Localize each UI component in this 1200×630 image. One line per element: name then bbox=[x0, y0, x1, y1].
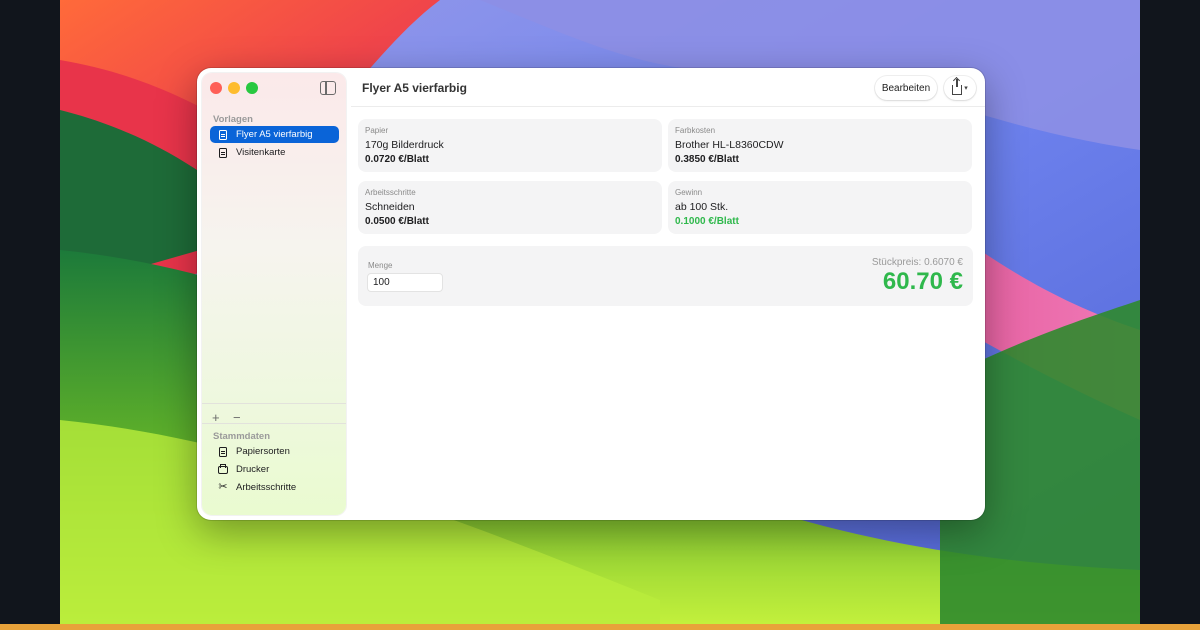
card-label: Farbkosten bbox=[675, 126, 716, 135]
sidebar-toggle-icon[interactable] bbox=[320, 81, 336, 95]
document-icon bbox=[219, 129, 227, 140]
sidebar: Vorlagen Flyer A5 vierfarbig Visitenkart… bbox=[202, 73, 346, 515]
sidebar-item-drucker[interactable]: Drucker bbox=[210, 461, 339, 478]
share-button[interactable]: ▾ bbox=[944, 76, 976, 100]
sidebar-item-visitenkarte[interactable]: Visitenkarte bbox=[210, 144, 339, 161]
toolbar-divider bbox=[351, 106, 985, 107]
sidebar-item-label: Visitenkarte bbox=[236, 147, 286, 158]
zoom-window-button[interactable] bbox=[246, 82, 258, 94]
edit-button[interactable]: Bearbeiten bbox=[875, 76, 937, 100]
sidebar-divider bbox=[202, 423, 346, 424]
profit-card[interactable]: Gewinn ab 100 Stk. 0.1000 €/Blatt bbox=[668, 181, 972, 234]
card-label: Papier bbox=[365, 126, 389, 135]
card-label: Gewinn bbox=[675, 188, 703, 197]
total-price: 60.70 € bbox=[882, 268, 963, 295]
section-title-master-data: Stammdaten bbox=[213, 431, 271, 442]
sidebar-divider bbox=[202, 403, 346, 404]
card-name: Schneiden bbox=[365, 201, 415, 213]
card-value: 0.1000 €/Blatt bbox=[675, 216, 739, 227]
sidebar-item-label: Drucker bbox=[236, 464, 270, 475]
total-panel: Menge Stückpreis: 0.6070 € 60.70 € bbox=[358, 246, 973, 306]
sidebar-item-flyer[interactable]: Flyer A5 vierfarbig bbox=[210, 126, 339, 143]
quantity-input[interactable] bbox=[367, 273, 443, 292]
sidebar-item-arbeitsschritte[interactable]: ✂ Arbeitsschritte bbox=[210, 479, 339, 496]
scissors-icon: ✂ bbox=[218, 481, 228, 493]
work-steps-card[interactable]: Arbeitsschritte Schneiden 0.0500 €/Blatt bbox=[358, 181, 662, 234]
page-title: Flyer A5 vierfarbig bbox=[362, 81, 467, 95]
minimize-window-button[interactable] bbox=[228, 82, 240, 94]
document-icon bbox=[219, 147, 227, 158]
close-window-button[interactable] bbox=[210, 82, 222, 94]
sidebar-item-label: Flyer A5 vierfarbig bbox=[236, 129, 313, 140]
sidebar-item-papiersorten[interactable]: Papiersorten bbox=[210, 443, 339, 460]
ink-cost-card[interactable]: Farbkosten Brother HL-L8360CDW 0.3850 €/… bbox=[668, 119, 972, 172]
document-icon bbox=[219, 446, 227, 457]
chevron-down-icon: ▾ bbox=[964, 85, 968, 92]
app-window: Vorlagen Flyer A5 vierfarbig Visitenkart… bbox=[197, 68, 985, 520]
card-name: Brother HL-L8360CDW bbox=[675, 139, 784, 151]
card-label: Arbeitsschritte bbox=[365, 188, 416, 197]
card-name: 170g Bilderdruck bbox=[365, 139, 444, 151]
sidebar-item-label: Arbeitsschritte bbox=[236, 482, 297, 493]
sidebar-item-label: Papiersorten bbox=[236, 446, 290, 457]
card-value: 0.0500 €/Blatt bbox=[365, 216, 429, 227]
printer-icon bbox=[218, 463, 228, 474]
card-value: 0.3850 €/Blatt bbox=[675, 154, 739, 165]
card-name: ab 100 Stk. bbox=[675, 201, 729, 213]
unit-price: Stückpreis: 0.6070 € bbox=[871, 257, 963, 268]
bottom-strip bbox=[0, 624, 1200, 630]
paper-card[interactable]: Papier 170g Bilderdruck 0.0720 €/Blatt bbox=[358, 119, 662, 172]
card-value: 0.0720 €/Blatt bbox=[365, 154, 429, 165]
section-title-templates: Vorlagen bbox=[213, 114, 253, 125]
share-icon bbox=[952, 78, 963, 95]
quantity-label: Menge bbox=[368, 261, 393, 270]
